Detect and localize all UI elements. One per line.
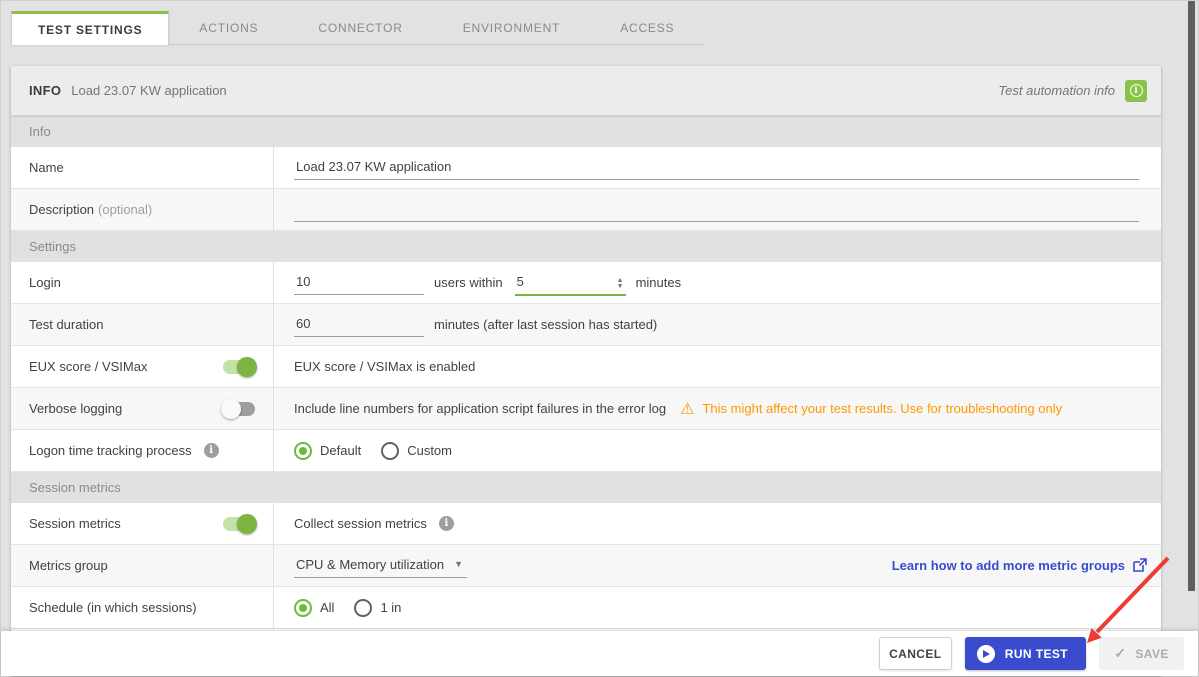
section-header-settings: Settings <box>11 231 1161 262</box>
verbose-toggle[interactable] <box>221 399 257 419</box>
row-login: Login users within ▲▼ minutes <box>11 262 1161 304</box>
test-duration-suffix: minutes (after last session has started) <box>434 317 657 332</box>
test-settings-card: INFO Load 23.07 KW application Test auto… <box>11 66 1161 676</box>
test-automation-info-label: Test automation info <box>998 83 1115 98</box>
info-header-label: INFO <box>29 83 61 98</box>
save-button[interactable]: ✓ SAVE <box>1099 637 1184 670</box>
minutes-text: minutes <box>636 275 682 290</box>
collect-session-metrics-text: Collect session metrics <box>294 516 427 531</box>
eux-toggle[interactable] <box>221 357 257 377</box>
login-minutes-input[interactable] <box>515 270 615 294</box>
session-metrics-toggle[interactable] <box>221 514 257 534</box>
verbose-warning-text: This might affect your test results. Use… <box>702 401 1062 416</box>
number-stepper-icon[interactable]: ▲▼ <box>615 278 626 294</box>
tab-access[interactable]: ACCESS <box>590 11 704 44</box>
description-input[interactable] <box>294 198 1139 222</box>
row-eux-score: EUX score / VSIMax EUX score / VSIMax is… <box>11 346 1161 388</box>
test-duration-input[interactable] <box>294 313 424 337</box>
verbose-label: Verbose logging <box>29 401 122 416</box>
row-logon-tracking: Logon time tracking process i Default Cu… <box>11 430 1161 472</box>
cancel-button[interactable]: CANCEL <box>879 637 952 670</box>
run-test-button[interactable]: RUN TEST <box>965 637 1086 670</box>
radio-all[interactable] <box>294 599 312 617</box>
test-automation-info-icon[interactable]: i <box>1125 80 1147 102</box>
metrics-group-select[interactable]: CPU & Memory utilization ▼ <box>294 554 467 578</box>
test-name-title: Load 23.07 KW application <box>71 83 226 98</box>
external-link-icon <box>1132 558 1147 573</box>
play-icon <box>977 645 995 663</box>
schedule-label: Schedule (in which sessions) <box>11 587 274 628</box>
section-header-session-metrics: Session metrics <box>11 472 1161 503</box>
row-test-duration: Test duration minutes (after last sessio… <box>11 304 1161 346</box>
test-settings-page: { "tabs": { "items": [ { "label": "TEST … <box>0 0 1199 677</box>
tab-environment[interactable]: ENVIRONMENT <box>433 11 590 44</box>
radio-custom-label: Custom <box>407 443 452 458</box>
login-label: Login <box>11 262 274 303</box>
tab-test-settings[interactable]: TEST SETTINGS <box>11 11 169 45</box>
tab-strip: TEST SETTINGS ACTIONS CONNECTOR ENVIRONM… <box>11 11 704 45</box>
logon-tracking-label: Logon time tracking process <box>29 443 192 458</box>
session-metrics-info-icon[interactable]: i <box>439 516 454 531</box>
radio-one-in[interactable] <box>354 599 372 617</box>
tab-actions[interactable]: ACTIONS <box>169 11 288 44</box>
description-label: Description (optional) <box>11 189 274 230</box>
session-metrics-label: Session metrics <box>29 516 121 531</box>
info-header-bar: INFO Load 23.07 KW application Test auto… <box>11 66 1161 116</box>
radio-all-label: All <box>320 600 334 615</box>
metrics-group-label: Metrics group <box>11 545 274 586</box>
row-session-metrics: Session metrics Collect session metrics … <box>11 503 1161 545</box>
verbose-description: Include line numbers for application scr… <box>294 401 666 416</box>
row-schedule: Schedule (in which sessions) All 1 in <box>11 587 1161 629</box>
chevron-down-icon: ▼ <box>454 559 463 569</box>
row-description: Description (optional) <box>11 189 1161 231</box>
row-name: Name <box>11 147 1161 189</box>
login-minutes-input-wrap: ▲▼ <box>515 270 626 296</box>
name-input[interactable] <box>294 156 1139 180</box>
radio-one-in-label: 1 in <box>380 600 401 615</box>
row-metrics-group: Metrics group CPU & Memory utilization ▼… <box>11 545 1161 587</box>
check-icon: ✓ <box>1114 645 1126 662</box>
eux-description: EUX score / VSIMax is enabled <box>294 359 475 374</box>
radio-custom[interactable] <box>381 442 399 460</box>
vertical-scrollbar[interactable] <box>1188 1 1195 591</box>
login-users-input[interactable] <box>294 271 424 295</box>
users-within-text: users within <box>434 275 503 290</box>
logon-tracking-info-icon[interactable]: i <box>204 443 219 458</box>
radio-default[interactable] <box>294 442 312 460</box>
name-label: Name <box>11 147 274 188</box>
radio-default-label: Default <box>320 443 361 458</box>
warning-icon: ⚠ <box>680 399 694 419</box>
row-verbose-logging: Verbose logging Include line numbers for… <box>11 388 1161 430</box>
metric-groups-link[interactable]: Learn how to add more metric groups <box>892 558 1125 573</box>
eux-label: EUX score / VSIMax <box>29 359 147 374</box>
test-duration-label: Test duration <box>11 304 274 345</box>
optional-hint: (optional) <box>98 202 152 217</box>
section-header-info: Info <box>11 116 1161 147</box>
tab-connector[interactable]: CONNECTOR <box>288 11 432 44</box>
footer-action-bar: CANCEL RUN TEST ✓ SAVE <box>1 631 1198 676</box>
